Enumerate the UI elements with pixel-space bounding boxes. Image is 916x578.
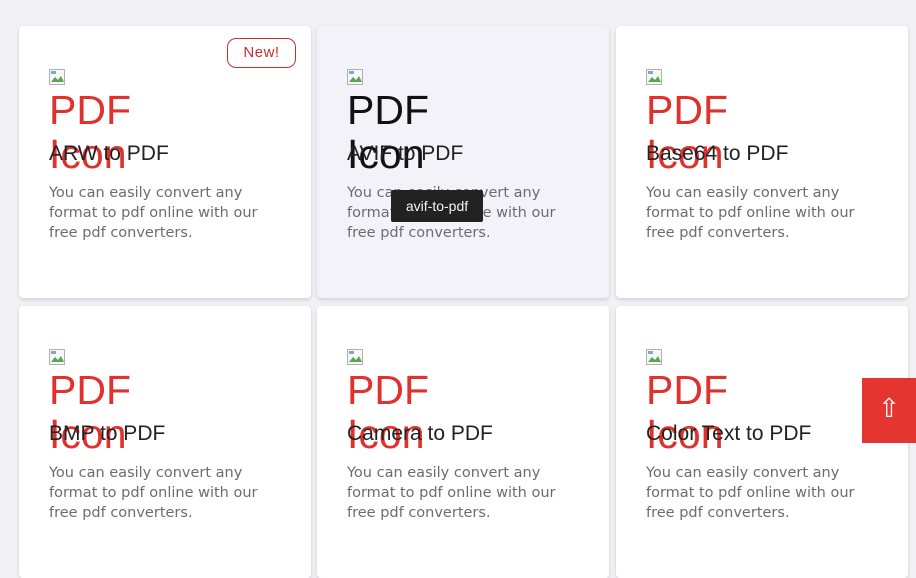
card-description: You can easily convert any format to pdf… [49,465,258,521]
card-title[interactable]: BMP to PDF [49,422,165,446]
tool-card-base64-to-pdf[interactable]: PDF Icon Base64 to PDF You can easily co… [616,26,908,298]
card-description: You can easily convert any format to pdf… [646,185,855,241]
broken-image-icon [646,69,662,85]
broken-image-icon [49,69,65,85]
broken-image-icon [49,349,65,365]
broken-image-icon [646,349,662,365]
card-title[interactable]: Camera to PDF [347,422,493,446]
card-title[interactable]: Color Text to PDF [646,422,811,446]
card-title[interactable]: AVIF to PDF [347,142,463,166]
tool-card-bmp-to-pdf[interactable]: PDF Icon BMP to PDF You can easily conve… [19,306,311,578]
tool-card-camera-to-pdf[interactable]: PDF Icon Camera to PDF You can easily co… [317,306,609,578]
broken-image-icon [347,349,363,365]
card-title[interactable]: Base64 to PDF [646,142,788,166]
card-description: You can easily convert any format to pdf… [347,465,556,521]
arrow-up-icon: ⇧ [878,394,900,424]
card-description: You can easily convert any format to pdf… [49,185,258,241]
link-tooltip: avif-to-pdf [391,190,483,222]
new-badge: New! [227,38,296,68]
scroll-to-top-button[interactable]: ⇧ [862,378,916,443]
tool-card-arw-to-pdf[interactable]: New! PDF Icon ARW to PDF You can easily … [19,26,311,298]
broken-image-icon [347,69,363,85]
card-title[interactable]: ARW to PDF [49,142,169,166]
tool-card-avif-to-pdf[interactable]: PDF Icon AVIF to PDF You can easily conv… [317,26,609,298]
card-description: You can easily convert any format to pdf… [646,465,855,521]
